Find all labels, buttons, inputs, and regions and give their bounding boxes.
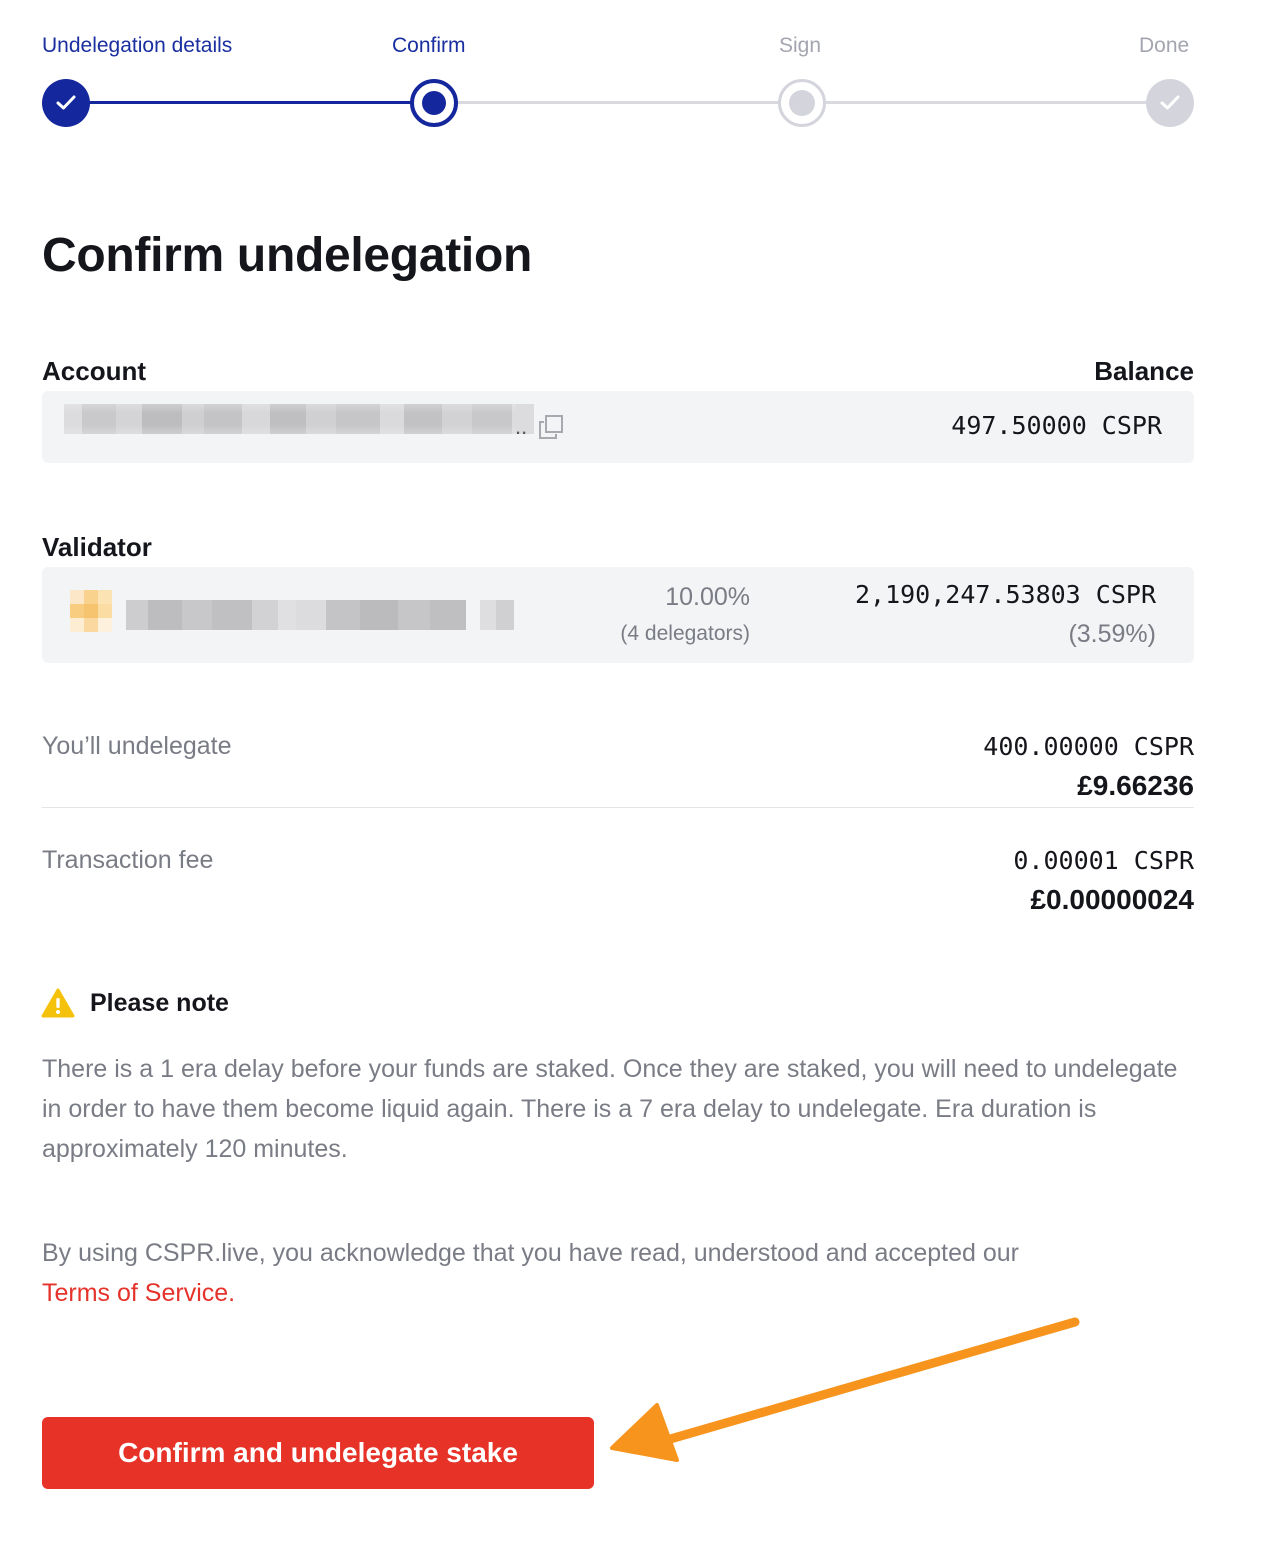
balance-label: Balance <box>1094 356 1194 386</box>
confirm-undelegate-button[interactable]: Confirm and undelegate stake <box>42 1417 594 1489</box>
annotation-arrow-icon <box>610 1317 1080 1462</box>
step-connector-3 <box>824 101 1148 104</box>
terms-of-service-link[interactable]: Terms of Service. <box>42 1279 235 1307</box>
terms-text: By using CSPR.live, you acknowledge that… <box>42 1239 1020 1267</box>
step-connector-1 <box>88 101 412 104</box>
validator-name-redacted <box>126 600 514 630</box>
step-complete-check-icon[interactable] <box>42 79 90 127</box>
step-label-confirm: Confirm <box>392 34 466 57</box>
step-label-undelegation-details[interactable]: Undelegation details <box>42 34 232 58</box>
undelegate-amount-value: 400.00000 CSPR <box>983 732 1194 761</box>
validator-stake-share: (3.59%) <box>1068 620 1156 648</box>
validator-total-stake: 2,190,247.53803 CSPR <box>854 580 1156 609</box>
page-title: Confirm undelegation <box>42 229 532 282</box>
step-pending-indicator <box>778 79 826 127</box>
account-label: Account <box>42 356 146 386</box>
terms-text-block: By using CSPR.live, you acknowledge that… <box>42 1233 1202 1313</box>
step-done-check-icon <box>1146 79 1194 127</box>
undelegate-amount-label: You’ll undelegate <box>42 732 232 760</box>
validator-commission: 10.00% <box>665 583 750 611</box>
account-address-blur-overlay <box>64 404 516 434</box>
step-current-indicator <box>410 79 458 127</box>
copy-icon[interactable] <box>538 414 564 440</box>
validator-avatar <box>70 590 112 632</box>
account-address-ellipsis: .. <box>515 414 528 439</box>
transaction-fee-fiat: £0.00000024 <box>1030 884 1194 915</box>
step-connector-2 <box>456 101 780 104</box>
transaction-fee-label: Transaction fee <box>42 846 214 874</box>
progress-stepper: Undelegation details Confirm Sign Done <box>0 0 1286 140</box>
transaction-fee-value: 0.00001 CSPR <box>1013 846 1194 875</box>
warning-icon <box>41 988 75 1018</box>
step-label-sign: Sign <box>779 34 822 57</box>
validator-label: Validator <box>42 532 152 562</box>
validator-delegators-count: (4 delegators) <box>620 622 750 645</box>
note-title: Please note <box>90 989 229 1017</box>
account-balance-value: 497.50000 CSPR <box>951 411 1162 440</box>
divider <box>42 807 1194 808</box>
step-label-done: Done <box>1139 34 1190 57</box>
note-body: There is a 1 era delay before your funds… <box>42 1055 1178 1163</box>
undelegate-fiat-value: £9.66236 <box>1077 770 1194 801</box>
